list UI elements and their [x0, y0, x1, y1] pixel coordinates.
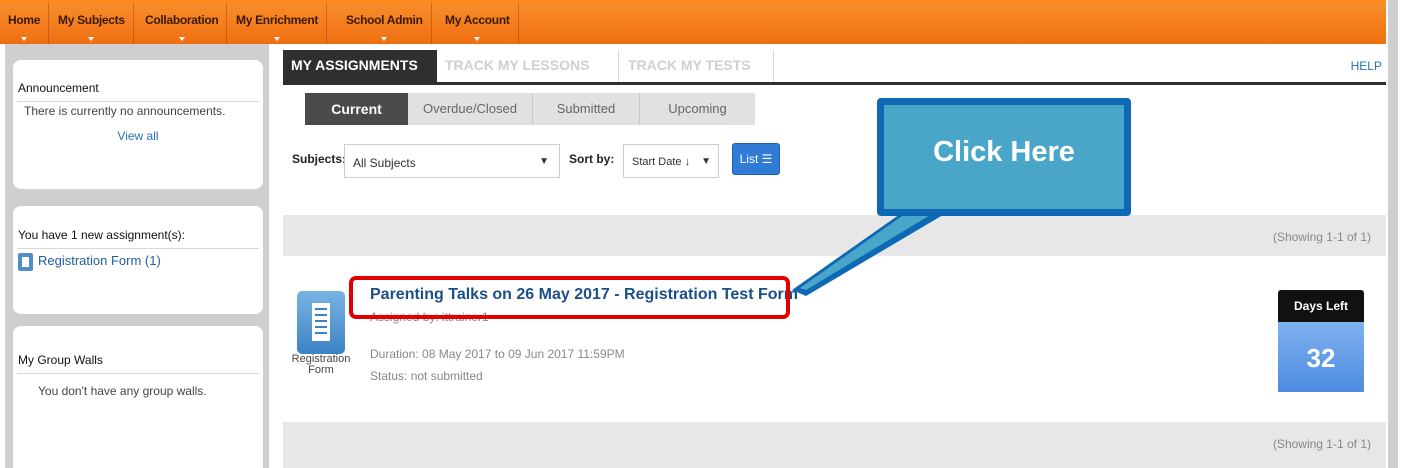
showing-count: (Showing 1-1 of 1)	[1272, 230, 1371, 244]
dropdown-arrow-icon: ▼	[539, 156, 549, 167]
callout-text: Click Here	[933, 136, 1075, 168]
announcement-card: Announcement There is currently no annou…	[13, 60, 263, 189]
left-sidebar: Announcement There is currently no annou…	[5, 44, 269, 468]
chevron-down-icon	[21, 37, 28, 41]
nav-school-admin[interactable]: School Admin	[338, 3, 432, 44]
chevron-down-icon	[88, 37, 95, 41]
subtab-submitted[interactable]: Submitted	[533, 93, 640, 125]
filter-row: Subjects: All Subjects ▼ Sort by: Start …	[283, 140, 883, 180]
nav-home-label: Home	[8, 13, 41, 27]
nav-my-subjects-label: My Subjects	[58, 13, 125, 27]
main-tabs: MY ASSIGNMENTS TRACK MY LESSONS TRACK MY…	[283, 50, 1386, 82]
status-text: Status: not submitted	[370, 369, 483, 383]
subtab-current[interactable]: Current	[305, 93, 408, 125]
sort-by-dropdown[interactable]: Start Date ↓ ▼	[623, 144, 719, 178]
chevron-down-icon	[274, 37, 281, 41]
subtab-upcoming[interactable]: Upcoming	[640, 93, 755, 125]
highlight-box	[349, 276, 790, 319]
chevron-down-icon	[178, 37, 185, 41]
subjects-dropdown[interactable]: All Subjects ▼	[344, 144, 560, 178]
nav-school-admin-label: School Admin	[346, 13, 423, 27]
days-left-count: 32	[1278, 322, 1364, 392]
chevron-down-icon	[381, 37, 388, 41]
new-assignments-card: You have 1 new assignment(s): Registrati…	[13, 206, 263, 314]
list-view-button[interactable]: List ☰	[732, 143, 780, 175]
tab-track-my-lessons[interactable]: TRACK MY LESSONS	[437, 50, 619, 82]
group-walls-text: You don't have any group walls.	[38, 384, 207, 398]
nav-my-subjects[interactable]: My Subjects	[50, 3, 134, 44]
divider	[17, 373, 259, 374]
nav-my-account[interactable]: My Account	[437, 3, 519, 44]
nav-my-enrichment[interactable]: My Enrichment	[228, 3, 328, 44]
chevron-down-icon	[474, 37, 481, 41]
nav-my-enrichment-label: My Enrichment	[236, 13, 319, 27]
sub-tabs: Current Overdue/Closed Submitted Upcomin…	[283, 85, 1386, 125]
divider	[17, 248, 259, 249]
tab-my-assignments[interactable]: MY ASSIGNMENTS	[283, 50, 437, 82]
top-navigation-bar: Home My Subjects Collaboration My Enrich…	[0, 0, 1386, 44]
duration-text: Duration: 08 May 2017 to 09 Jun 2017 11:…	[370, 347, 625, 361]
scrollbar-track[interactable]	[1388, 0, 1398, 468]
sort-selected-value: Start Date ↓	[632, 156, 691, 168]
days-left-label: Days Left	[1278, 290, 1364, 322]
announcement-title: Announcement	[18, 81, 99, 95]
form-sheet-icon	[312, 303, 330, 341]
nav-home[interactable]: Home	[0, 3, 50, 44]
nav-collaboration[interactable]: Collaboration	[137, 3, 228, 44]
showing-count: (Showing 1-1 of 1)	[1272, 437, 1371, 451]
icon-caption: Registration Form	[291, 353, 351, 376]
new-assignments-title: You have 1 new assignment(s):	[18, 228, 185, 242]
announcement-text: There is currently no announcements.	[24, 104, 226, 118]
click-here-callout: Click Here	[877, 98, 1131, 216]
tab-track-my-tests[interactable]: TRACK MY TESTS	[620, 50, 774, 82]
listing-footer-bar: (Showing 1-1 of 1)	[283, 422, 1386, 468]
view-all-link[interactable]: View all	[13, 129, 263, 143]
subjects-label: Subjects:	[292, 152, 347, 166]
nav-my-account-label: My Account	[445, 13, 510, 27]
registration-form-label: Registration Form (1)	[38, 253, 161, 268]
divider	[17, 101, 259, 102]
group-walls-title: My Group Walls	[18, 353, 103, 367]
dropdown-arrow-icon: ▼	[701, 156, 711, 167]
group-walls-card: My Group Walls You don't have any group …	[13, 326, 263, 468]
nav-collaboration-label: Collaboration	[145, 13, 219, 27]
sort-by-label: Sort by:	[569, 152, 615, 166]
subtab-overdue-closed[interactable]: Overdue/Closed	[408, 93, 533, 125]
vertical-scrollbar[interactable]	[1386, 0, 1403, 468]
registration-form-icon[interactable]	[297, 291, 345, 354]
form-document-icon	[18, 253, 33, 271]
listing-header-bar: (Showing 1-1 of 1)	[283, 215, 1386, 256]
help-link[interactable]: HELP	[1351, 59, 1382, 73]
subjects-selected-value: All Subjects	[353, 156, 416, 170]
